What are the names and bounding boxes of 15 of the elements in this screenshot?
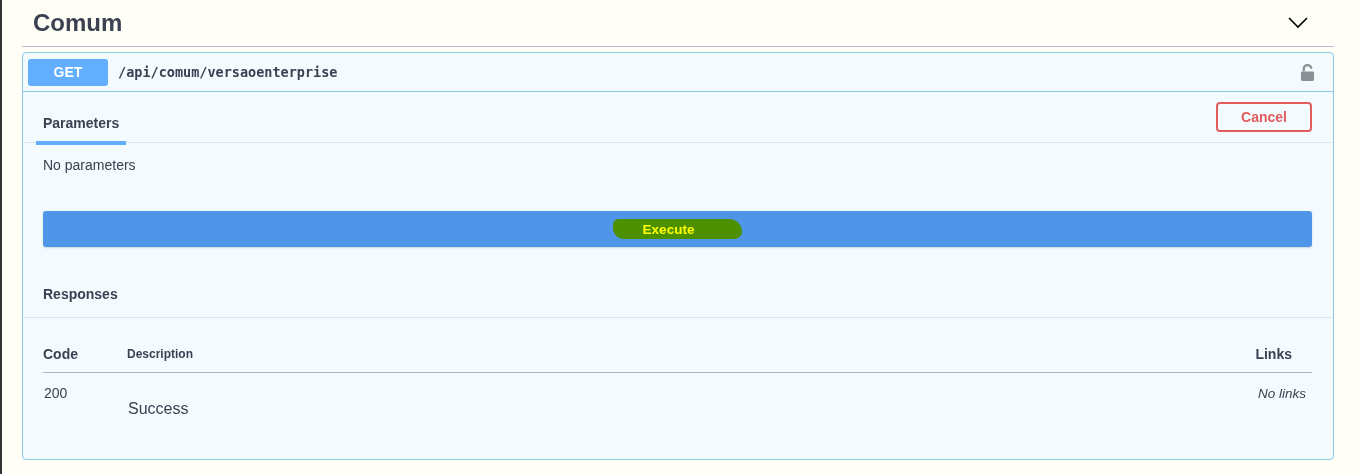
response-code: 200 [44,385,68,401]
parameters-tab[interactable]: Parameters [36,101,127,145]
column-header: Description [127,347,193,361]
chevron-down-icon[interactable] [1288,17,1308,29]
column-header: Code [43,346,78,362]
lock-icon[interactable] [1300,62,1315,82]
no-parameters-text: No parameters [43,157,136,173]
endpoint-path[interactable]: /api/comum/versaoenterprise [118,64,1300,80]
response-description: Success [128,400,189,418]
section-title[interactable]: Comum [33,9,123,37]
responses-title: Responses [43,286,118,302]
column-header: Links [1255,346,1292,362]
method-badge: GET [28,58,108,86]
response-links: No links [1258,386,1306,401]
execute-button[interactable]: Execute [43,211,1312,247]
